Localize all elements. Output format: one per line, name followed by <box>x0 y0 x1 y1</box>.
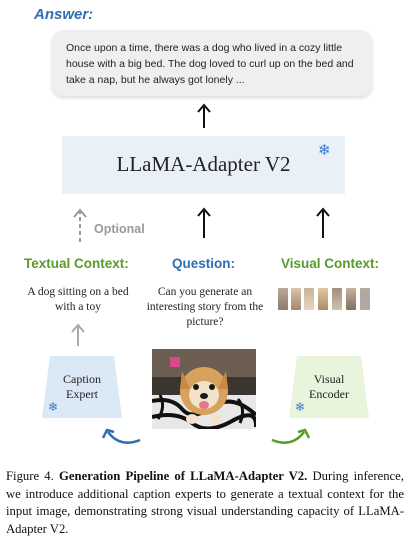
question-text: Can you generate an interesting story fr… <box>146 286 264 328</box>
optional-label: Optional <box>94 222 145 236</box>
llama-adapter-title: LLaMA-Adapter V2 <box>116 152 291 176</box>
visual-encoder-snowflake-icon: ❄ <box>295 400 306 414</box>
question-arrow <box>197 207 211 238</box>
question-label: Question: <box>172 256 235 271</box>
answer-text: Once upon a time, there was a dog who li… <box>66 42 354 86</box>
figure-caption-title: Generation Pipeline of LLaMA-Adapter V2. <box>59 469 308 483</box>
caption-to-context-arrow <box>71 323 85 346</box>
figure-caption-prefix: Figure 4. <box>6 469 54 483</box>
visual-context-arrow <box>316 207 330 238</box>
visual-encoder-label: Visual Encoder <box>309 372 349 401</box>
snowflake-icon: ❄ <box>318 143 331 159</box>
visual-context-label: Visual Context: <box>281 256 380 271</box>
input-image <box>152 349 256 429</box>
answer-label: Answer: <box>34 6 94 23</box>
textual-context-text: A dog sitting on a bed with a toy <box>27 286 129 313</box>
caption-expert-label: Caption Expert <box>63 372 101 401</box>
figure-caption: Figure 4. Generation Pipeline of LLaMA-A… <box>6 468 404 538</box>
optional-dashed-arrow <box>73 208 87 242</box>
image-to-visual-encoder-arrow <box>271 428 311 444</box>
image-to-caption-expert-arrow <box>101 428 141 444</box>
caption-expert-snowflake-icon: ❄ <box>48 400 59 414</box>
visual-context-patches <box>278 286 382 312</box>
textual-context-label: Textual Context: <box>24 256 129 271</box>
output-arrow <box>197 103 211 128</box>
